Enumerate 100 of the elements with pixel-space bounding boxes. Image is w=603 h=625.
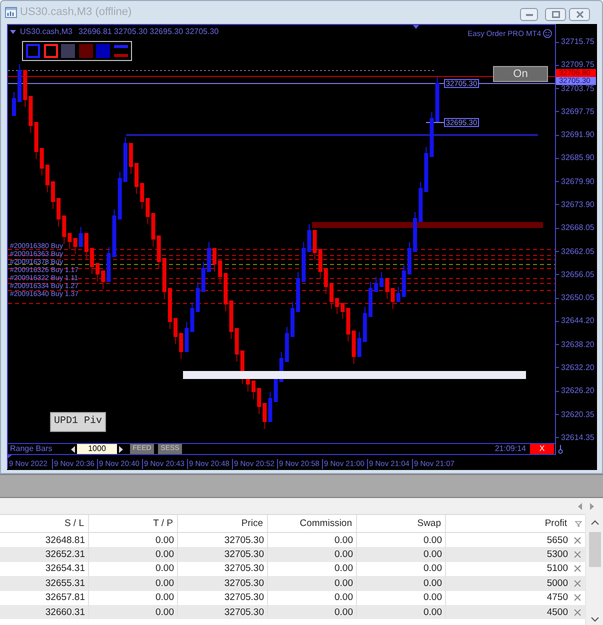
profit-value: 5650 [546, 534, 568, 546]
stop-loss-value: 32657.81 [45, 592, 85, 604]
profit-value: 5000 [546, 578, 568, 589]
symbol-label: US30.cash,M3 [20, 27, 72, 37]
swap-value: 0.00 [424, 563, 442, 574]
color-swatch-tool[interactable] [61, 44, 75, 58]
color-swatch-tool[interactable] [78, 44, 92, 58]
swap-value: 0.00 [424, 549, 442, 560]
close-icon[interactable] [574, 565, 581, 572]
bar-count-field[interactable]: 1000 [77, 444, 117, 454]
pivot-update-button[interactable]: UPD1 Piv [50, 412, 106, 432]
price-axis-label: 32662.05 [561, 248, 594, 256]
swap-value: 0.00 [424, 592, 442, 604]
price-value: 32705.30 [224, 549, 264, 560]
commission-value: 0.00 [334, 606, 353, 618]
color-swatch-tool[interactable] [96, 44, 110, 58]
price-axis-label: 32697.75 [561, 108, 594, 116]
scroll-down-icon[interactable] [590, 617, 598, 622]
take-profit-value: 0.00 [156, 563, 174, 574]
take-profit-value: 0.00 [156, 578, 174, 589]
commission-value: 0.00 [334, 578, 353, 589]
close-icon[interactable] [574, 594, 581, 602]
price-axis-label: 32685.90 [561, 154, 594, 162]
table-row[interactable]: 32648.81 0.00 32705.30 0.00 0.00 5650 [0, 533, 585, 548]
swap-value: 0.00 [424, 534, 442, 546]
price-axis-label: 32632.20 [561, 364, 594, 372]
profit-value: 5100 [546, 563, 568, 574]
left-arrow-icon[interactable] [71, 446, 75, 452]
triangle-icon[interactable] [10, 30, 16, 34]
profit-value: 4500 [546, 606, 568, 618]
column-header[interactable]: S / L [64, 518, 84, 529]
scroll-up-icon[interactable] [590, 520, 598, 525]
commission-value: 0.00 [334, 534, 353, 546]
stop-loss-value: 32654.31 [45, 563, 85, 574]
corner-triangle-icon [7, 455, 12, 459]
triangle-marker-icon [413, 25, 419, 29]
table-row[interactable]: 32655.31 0.00 32705.30 0.00 0.00 5000 [0, 576, 585, 591]
take-profit-value: 0.00 [156, 592, 174, 604]
price-axis-label: 32650.05 [561, 294, 594, 302]
hollow-square-tool[interactable] [26, 44, 40, 58]
chart-window-icon [5, 7, 17, 18]
column-header[interactable]: Price [241, 518, 263, 529]
price-value: 32705.30 [224, 578, 264, 589]
scroll-right-icon[interactable] [590, 502, 594, 510]
swap-value: 0.00 [424, 578, 442, 589]
take-profit-value: 0.00 [156, 606, 174, 618]
close-icon[interactable] [574, 551, 581, 558]
column-header[interactable]: Swap [417, 518, 441, 529]
ohlc-values: 32696.81 32705.30 32695.30 32705.30 [78, 27, 219, 37]
filter-icon[interactable] [575, 520, 582, 526]
price-axis-label: 32703.75 [561, 84, 594, 93]
price-axis-label: 32644.20 [561, 317, 594, 326]
close-icon[interactable] [574, 608, 581, 616]
scroll-left-icon[interactable] [578, 502, 582, 510]
commission-value: 0.00 [334, 549, 353, 560]
table-row[interactable]: 32660.31 0.00 32705.30 0.00 0.00 4500 [0, 604, 585, 620]
stop-loss-value: 32655.31 [45, 578, 85, 589]
stop-loss-value: 32648.81 [45, 534, 85, 546]
profit-value: 4750 [546, 592, 568, 604]
price-axis-label: 32668.05 [561, 224, 594, 232]
minimize-icon [526, 14, 532, 16]
price-value: 32705.30 [224, 592, 264, 604]
price-axis-label: 32638.20 [561, 340, 594, 349]
price-value: 32705.30 [224, 563, 264, 574]
take-profit-value: 0.00 [156, 534, 174, 546]
close-icon[interactable] [574, 580, 581, 587]
price-value: 32705.30 [224, 534, 264, 546]
price-axis-label: 32691.90 [561, 131, 594, 140]
commission-value: 0.00 [334, 592, 353, 604]
low-price-line [426, 122, 444, 123]
restore-button[interactable] [545, 8, 566, 21]
price-axis-label: 32626.20 [561, 387, 594, 396]
stop-loss-value: 32652.31 [45, 549, 85, 560]
hollow-square-tool[interactable] [44, 44, 58, 58]
table-row[interactable]: 32652.31 0.00 32705.30 0.00 0.00 5300 [0, 547, 585, 562]
scrollbar-thumb[interactable] [588, 532, 600, 567]
price-axis-label: 32679.90 [561, 178, 594, 186]
window-title: US30.cash,M3 (offline) [20, 6, 132, 19]
commission-value: 0.00 [334, 563, 353, 574]
right-arrow-icon[interactable] [119, 446, 123, 452]
profit-value: 5300 [546, 549, 568, 560]
price-value: 32705.30 [224, 606, 264, 618]
close-window-button[interactable] [569, 8, 590, 21]
column-header[interactable]: Profit [544, 518, 567, 529]
chart-mode-label: Range Bars [10, 444, 54, 454]
column-header[interactable]: Commission [300, 518, 352, 529]
minimize-button[interactable] [520, 8, 538, 21]
table-row[interactable]: 32657.81 0.00 32705.30 0.00 0.00 4750 [0, 590, 585, 605]
toggle-button[interactable]: On [493, 66, 548, 82]
price-axis-label: 32620.35 [561, 410, 594, 418]
price-axis-label: 32614.35 [561, 434, 594, 442]
smiley-icon [543, 29, 552, 38]
server-time: 21:09:14 [494, 444, 526, 454]
close-icon[interactable] [574, 536, 581, 544]
pin-icon [558, 444, 563, 454]
stop-loss-value: 32660.31 [45, 606, 85, 618]
split-line-icon[interactable] [114, 44, 128, 58]
close-button[interactable]: X [530, 444, 554, 454]
swap-value: 0.00 [424, 606, 442, 618]
column-header[interactable]: T / P [153, 518, 173, 529]
